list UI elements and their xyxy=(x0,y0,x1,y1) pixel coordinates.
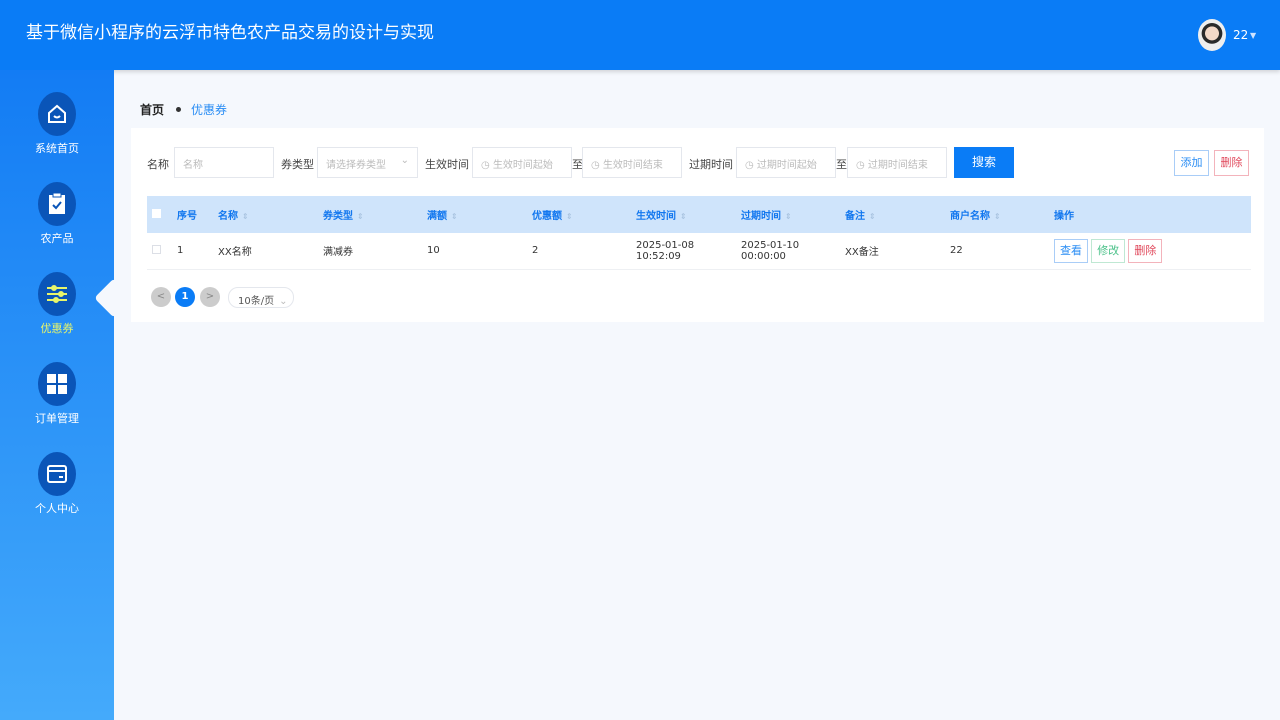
next-page-button[interactable]: > xyxy=(200,287,220,307)
edit-button[interactable]: 修改 xyxy=(1091,238,1126,263)
sidebar-item-label: 系统首页 xyxy=(35,142,79,155)
clipboard-check-icon xyxy=(38,182,76,226)
sidebar-item-label: 个人中心 xyxy=(35,502,79,515)
column-header[interactable]: 券类型 ⇕ xyxy=(323,196,427,233)
placeholder: 生效时间结束 xyxy=(602,160,663,171)
sort-icon: ⇕ xyxy=(785,212,792,221)
name-label: 名称 xyxy=(147,158,169,171)
prev-page-button[interactable]: < xyxy=(151,287,171,307)
sidebar-item-profile[interactable]: 个人中心 xyxy=(0,452,114,516)
top-header: 基于微信小程序的云浮市特色农产品交易的设计与实现 22 ▼ xyxy=(0,0,1280,70)
cell-merchant: 22 xyxy=(950,233,1054,270)
sort-icon: ⇕ xyxy=(680,212,687,221)
type-select-placeholder: 请选择券类型 xyxy=(326,160,386,171)
cell-index: 1 xyxy=(177,233,218,270)
breadcrumb: 首页 优惠券 xyxy=(140,101,227,118)
cell-threshold: 10 xyxy=(427,233,532,270)
chevron-down-icon: ⌄ xyxy=(279,296,288,307)
column-header[interactable]: 过期时间 ⇕ xyxy=(741,196,845,233)
sliders-icon xyxy=(38,272,76,316)
search-button[interactable]: 搜索 xyxy=(954,147,1014,178)
cell-name: XX名称 xyxy=(218,233,323,270)
column-header: 序号 xyxy=(177,196,218,233)
select-all-checkbox[interactable] xyxy=(152,208,161,218)
cell-effective: 2025-01-08 10:52:09 xyxy=(636,233,741,270)
sidebar: 系统首页 农产品 优惠券 订单管理 个人中心 xyxy=(0,70,114,720)
cell-actions: 查看 修改 删除 xyxy=(1054,233,1251,270)
effective-label: 生效时间 xyxy=(425,158,469,171)
sort-icon: ⇕ xyxy=(451,212,458,221)
clock-icon: ◷ xyxy=(481,160,493,171)
table-header: 序号 名称 ⇕ 券类型 ⇕ 满额 ⇕ 优惠额 ⇕ 生效时间 ⇕ 过期时间 ⇕ 备注 ⇕ 商户名… xyxy=(147,196,1251,233)
column-header[interactable]: 名称 ⇕ xyxy=(218,196,323,233)
column-header[interactable]: 优惠额 ⇕ xyxy=(532,196,636,233)
breadcrumb-home[interactable]: 首页 xyxy=(140,103,164,117)
table-row: 1 XX名称 满减券 10 2 2025-01-08 10:52:09 2025… xyxy=(147,233,1251,270)
effective-end-input[interactable]: ◷ 生效时间结束 xyxy=(582,147,682,178)
sidebar-item-orders[interactable]: 订单管理 xyxy=(0,362,114,426)
clock-icon: ◷ xyxy=(591,160,603,171)
username[interactable]: 22 xyxy=(1233,28,1248,42)
page-1-button[interactable]: 1 xyxy=(175,287,195,307)
column-header[interactable]: 备注 ⇕ xyxy=(845,196,950,233)
column-header[interactable]: 商户名称 ⇕ xyxy=(950,196,1054,233)
name-input[interactable]: 名称 xyxy=(174,147,274,178)
clock-icon: ◷ xyxy=(745,160,757,171)
column-header[interactable]: 满额 ⇕ xyxy=(427,196,532,233)
expire-label: 过期时间 xyxy=(689,158,733,171)
sort-icon: ⇕ xyxy=(869,212,876,221)
sidebar-item-label: 优惠券 xyxy=(40,322,74,335)
sort-icon: ⇕ xyxy=(994,212,1001,221)
breadcrumb-separator xyxy=(176,107,182,112)
delete-button[interactable]: 删除 xyxy=(1128,238,1163,263)
placeholder: 过期时间结束 xyxy=(867,160,928,171)
type-label: 券类型 xyxy=(281,158,314,171)
cell-discount: 2 xyxy=(532,233,636,270)
sidebar-item-label: 农产品 xyxy=(40,232,74,245)
view-button[interactable]: 查看 xyxy=(1054,238,1088,263)
sidebar-item-label: 订单管理 xyxy=(35,412,79,425)
expire-end-input[interactable]: ◷ 过期时间结束 xyxy=(847,147,947,178)
cell-remark: XX备注 xyxy=(845,233,950,270)
card-icon xyxy=(38,452,76,496)
to-label: 至 xyxy=(836,158,847,171)
sort-icon: ⇕ xyxy=(242,212,249,221)
chevron-down-icon[interactable]: ▼ xyxy=(1250,31,1256,40)
add-button[interactable]: 添加 xyxy=(1174,150,1209,176)
sidebar-item-products[interactable]: 农产品 xyxy=(0,182,114,246)
placeholder: 生效时间起始 xyxy=(492,160,553,171)
row-checkbox[interactable] xyxy=(152,244,161,254)
cell-expire: 2025-01-10 00:00:00 xyxy=(741,233,845,270)
chevron-down-icon: ⌄ xyxy=(400,155,409,166)
breadcrumb-current: 优惠券 xyxy=(191,103,228,117)
cell-type: 满减券 xyxy=(323,233,427,270)
avatar[interactable] xyxy=(1198,19,1226,51)
sidebar-item-coupons[interactable]: 优惠券 xyxy=(0,272,114,336)
sort-icon: ⇕ xyxy=(566,212,573,221)
coupon-table: 序号 名称 ⇕ 券类型 ⇕ 满额 ⇕ 优惠额 ⇕ 生效时间 ⇕ 过期时间 ⇕ 备注 ⇕ 商户名… xyxy=(147,196,1251,270)
page-size-select[interactable]: 10条/页 ⌄ xyxy=(228,287,294,308)
page-size-value: 10条/页 xyxy=(238,296,275,307)
app-title: 基于微信小程序的云浮市特色农产品交易的设计与实现 xyxy=(26,23,434,43)
sort-icon: ⇕ xyxy=(357,212,364,221)
grid-icon xyxy=(38,362,76,406)
clock-icon: ◷ xyxy=(856,160,868,171)
bulk-delete-button[interactable]: 删除 xyxy=(1214,150,1249,176)
sidebar-item-home[interactable]: 系统首页 xyxy=(0,92,114,156)
placeholder: 过期时间起始 xyxy=(756,160,817,171)
column-header: 操作 xyxy=(1054,196,1251,233)
home-icon xyxy=(38,92,76,136)
type-select[interactable]: 请选择券类型 ⌄ xyxy=(317,147,418,178)
column-header[interactable]: 生效时间 ⇕ xyxy=(636,196,741,233)
expire-start-input[interactable]: ◷ 过期时间起始 xyxy=(736,147,836,178)
effective-start-input[interactable]: ◷ 生效时间起始 xyxy=(472,147,572,178)
